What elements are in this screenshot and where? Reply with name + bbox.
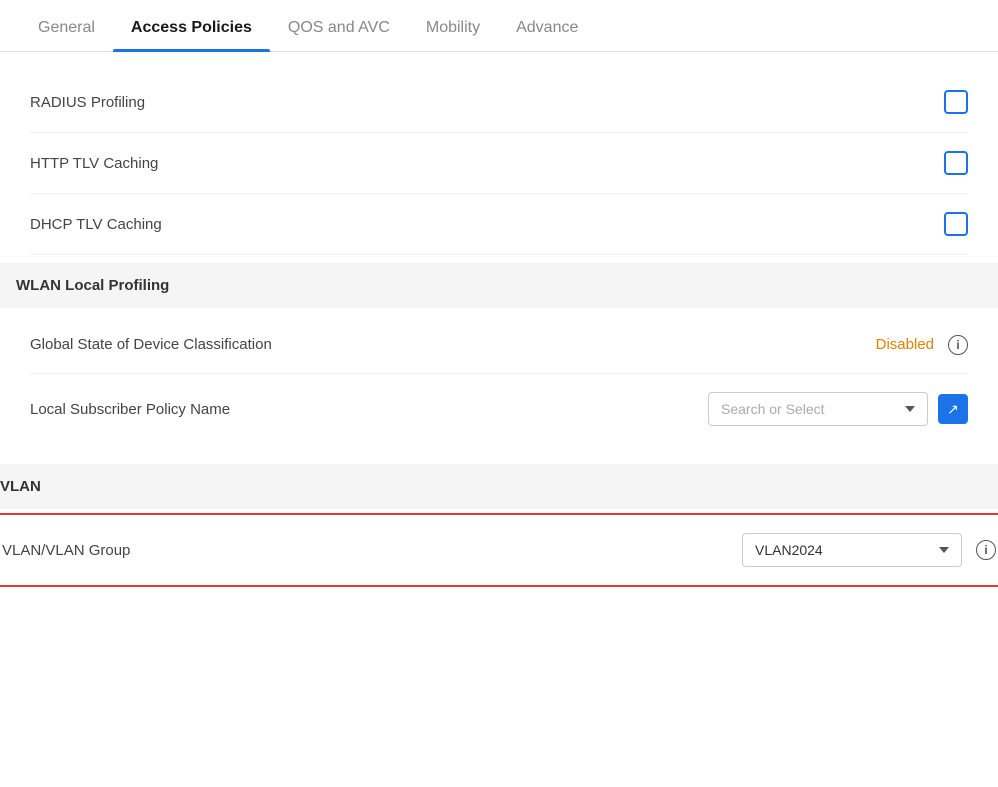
tab-bar: General Access Policies QOS and AVC Mobi…	[0, 0, 998, 52]
vlan-info-icon[interactable]: i	[976, 540, 996, 560]
local-subscriber-label: Local Subscriber Policy Name	[30, 401, 230, 418]
radius-profiling-row: RADIUS Profiling	[30, 72, 968, 133]
vlan-group-value: VLAN2024	[755, 542, 931, 558]
local-subscriber-row: Local Subscriber Policy Name Search or S…	[30, 374, 968, 444]
vlan-group-row-highlighted: VLAN/VLAN Group VLAN2024 i	[0, 513, 998, 587]
local-subscriber-control: Search or Select ↗	[708, 392, 968, 426]
dhcp-tlv-caching-control	[944, 212, 968, 236]
global-state-row: Global State of Device Classification Di…	[30, 316, 968, 374]
local-subscriber-external-link[interactable]: ↗	[938, 394, 968, 424]
vlan-chevron-icon	[939, 547, 949, 553]
http-tlv-caching-checkbox[interactable]	[944, 151, 968, 175]
local-subscriber-select[interactable]: Search or Select	[708, 392, 928, 426]
local-subscriber-placeholder: Search or Select	[721, 401, 897, 417]
dhcp-tlv-caching-label: DHCP TLV Caching	[30, 216, 162, 233]
global-state-info-icon[interactable]: i	[948, 335, 968, 355]
http-tlv-caching-label: HTTP TLV Caching	[30, 155, 158, 172]
http-tlv-caching-control	[944, 151, 968, 175]
vlan-section: VLAN VLAN/VLAN Group VLAN2024 i	[0, 464, 998, 587]
global-state-label: Global State of Device Classification	[30, 334, 272, 355]
global-state-status: Disabled	[876, 336, 934, 353]
tab-general[interactable]: General	[20, 5, 113, 51]
global-state-control: Disabled i	[876, 335, 968, 355]
radius-profiling-label: RADIUS Profiling	[30, 94, 145, 111]
vlan-section-header: VLAN	[0, 464, 998, 509]
http-tlv-caching-row: HTTP TLV Caching	[30, 133, 968, 194]
radius-profiling-control	[944, 90, 968, 114]
vlan-group-control: VLAN2024 i	[742, 533, 996, 567]
vlan-group-select[interactable]: VLAN2024	[742, 533, 962, 567]
vlan-group-label: VLAN/VLAN Group	[2, 542, 130, 559]
radius-profiling-checkbox[interactable]	[944, 90, 968, 114]
tab-mobility[interactable]: Mobility	[408, 5, 498, 51]
tab-advance[interactable]: Advance	[498, 5, 596, 51]
dhcp-tlv-caching-row: DHCP TLV Caching	[30, 194, 968, 255]
tab-qos-avc[interactable]: QOS and AVC	[270, 5, 408, 51]
chevron-down-icon	[905, 406, 915, 412]
content-area: RADIUS Profiling HTTP TLV Caching DHCP T…	[0, 52, 998, 464]
external-link-icon: ↗	[947, 401, 959, 418]
wlan-local-profiling-section: WLAN Local Profiling	[0, 263, 998, 308]
dhcp-tlv-caching-checkbox[interactable]	[944, 212, 968, 236]
tab-access-policies[interactable]: Access Policies	[113, 5, 270, 51]
